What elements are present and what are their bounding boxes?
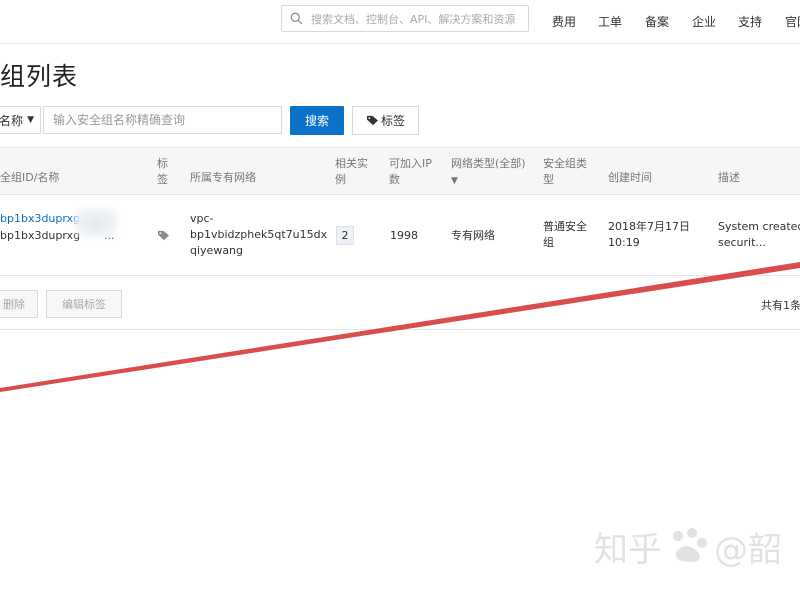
description-line1: System created [718,220,800,233]
sg-type-line1: 普通安全 [543,220,587,233]
nav-tickets[interactable]: 工单 [598,13,622,30]
table-header: 全组ID/名称 标 签 所属专有网络 相关实 例 可加入IP 数 网络类型(全部… [0,147,800,195]
description-line2: securit... [718,236,766,249]
caret-down-icon[interactable]: ▼ [451,173,458,189]
sg-type-line2: 组 [543,236,554,249]
col-related-line1: 相关实 [335,157,368,170]
vpc-line1: vpc- [190,212,214,225]
table-row: bp1bx3duprxg bp1bx3duprxg ... vpc- bp1vb… [0,195,800,276]
vpc-name: qiyewang [190,244,244,257]
col-network-type[interactable]: 网络类型(全部) [451,156,526,172]
nav-support[interactable]: 支持 [738,13,762,30]
col-sg-type-line2: 型 [543,173,554,186]
search-icon [290,12,303,25]
nav-official-site[interactable]: 官网 [785,13,800,30]
sg-id-link[interactable]: bp1bx3duprxg [0,211,80,227]
tag-filter-label: 标签 [380,114,405,128]
col-tag-line1: 标 [157,157,168,170]
col-vpc: 所属专有网络 [190,171,256,184]
watermark: 知乎 @韶 [594,520,782,572]
nav-icp[interactable]: 备案 [645,13,669,30]
col-created: 创建时间 [608,171,652,184]
col-related-line2: 例 [335,173,346,186]
filter-field-select[interactable]: 名称 ▼ [0,106,41,134]
top-bar: 搜索文档、控制台、API、解决方案和资源 费用 工单 备案 企业 支持 官网 [0,0,800,44]
zhihu-du-logo-icon [673,528,707,562]
caret-down-icon: ▼ [27,115,34,125]
watermark-text-right: @韶 [714,529,782,570]
col-ip-line1: 可加入IP [389,157,432,170]
related-instances-count[interactable]: 2 [336,226,354,245]
ip-count: 1998 [390,229,418,242]
nav-billing[interactable]: 费用 [552,13,576,30]
tag-filter-button[interactable]: 标签 [352,106,419,135]
col-ip-line2: 数 [389,173,400,186]
vpc-id: bp1vbidzphek5qt7u15dx [190,228,328,241]
search-button[interactable]: 搜索 [290,106,344,135]
col-description: 描述 [718,171,740,184]
created-date: 2018年7月17日 [608,220,690,233]
redaction-blur [74,208,118,238]
total-count: 共有1条 [761,299,800,312]
tag-icon[interactable] [157,230,170,241]
edit-tags-button[interactable]: 编辑标签 [46,290,122,318]
nav-enterprise[interactable]: 企业 [692,13,716,30]
created-time: 10:19 [608,236,640,249]
global-search-box[interactable]: 搜索文档、控制台、API、解决方案和资源 [281,5,529,32]
network-type-value: 专有网络 [451,229,495,242]
global-search-placeholder: 搜索文档、控制台、API、解决方案和资源 [311,12,516,26]
filter-field-value: 名称 [0,113,24,128]
delete-button[interactable]: 删除 [0,290,38,318]
col-id-name: 全组ID/名称 [0,171,60,184]
page-title: 组列表 [0,62,79,91]
security-group-name-input[interactable] [43,106,282,134]
col-tag-line2: 签 [157,173,168,186]
sg-name: bp1bx3duprxg [0,229,81,242]
watermark-text-left: 知乎 [594,529,662,570]
col-sg-type-line1: 安全组类 [543,157,587,170]
tag-icon [366,115,378,126]
